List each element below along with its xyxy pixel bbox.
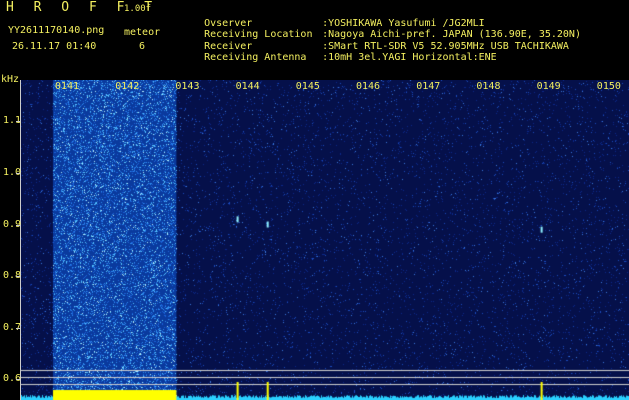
y-axis-unit: kHz bbox=[1, 74, 20, 85]
x-tick-label: 0144 bbox=[235, 81, 260, 92]
antenna-row: Receiving Antenna :10mH 3el.YAGI Horizont… bbox=[180, 40, 497, 76]
waterfall-spectrogram bbox=[21, 80, 629, 400]
x-tick-label: 0149 bbox=[536, 81, 561, 92]
x-tick-label: 0150 bbox=[596, 81, 621, 92]
x-tick-label: 0145 bbox=[295, 81, 320, 92]
x-tick-label: 0143 bbox=[175, 81, 200, 92]
meteor-label: meteor bbox=[124, 27, 161, 38]
y-tick-mark bbox=[16, 379, 21, 381]
y-axis-line bbox=[20, 80, 21, 400]
filename-label: YY2611170140.png bbox=[8, 25, 105, 36]
antenna-value: :10mH 3el.YAGI Horizontal:ENE bbox=[322, 52, 497, 63]
version-label: 1.00f bbox=[124, 4, 152, 14]
x-tick-label: 0142 bbox=[115, 81, 140, 92]
header-panel: H R O F F T 1.00f YY2611170140.png meteo… bbox=[0, 0, 629, 80]
y-tick-mark bbox=[16, 327, 21, 329]
waterfall-canvas bbox=[21, 80, 629, 400]
antenna-label: Receiving Antenna bbox=[204, 52, 307, 63]
y-tick-mark bbox=[16, 224, 21, 226]
x-tick-label: 0147 bbox=[416, 81, 441, 92]
meteor-count: 6 bbox=[139, 41, 146, 52]
x-tick-label: 0146 bbox=[356, 81, 381, 92]
y-tick-mark bbox=[16, 121, 21, 123]
x-tick-label: 0148 bbox=[476, 81, 501, 92]
y-tick-mark bbox=[16, 172, 21, 174]
datetime-label: 26.11.17 01:40 bbox=[12, 41, 97, 52]
x-tick-label: 0141 bbox=[55, 81, 80, 92]
y-tick-mark bbox=[16, 276, 21, 278]
